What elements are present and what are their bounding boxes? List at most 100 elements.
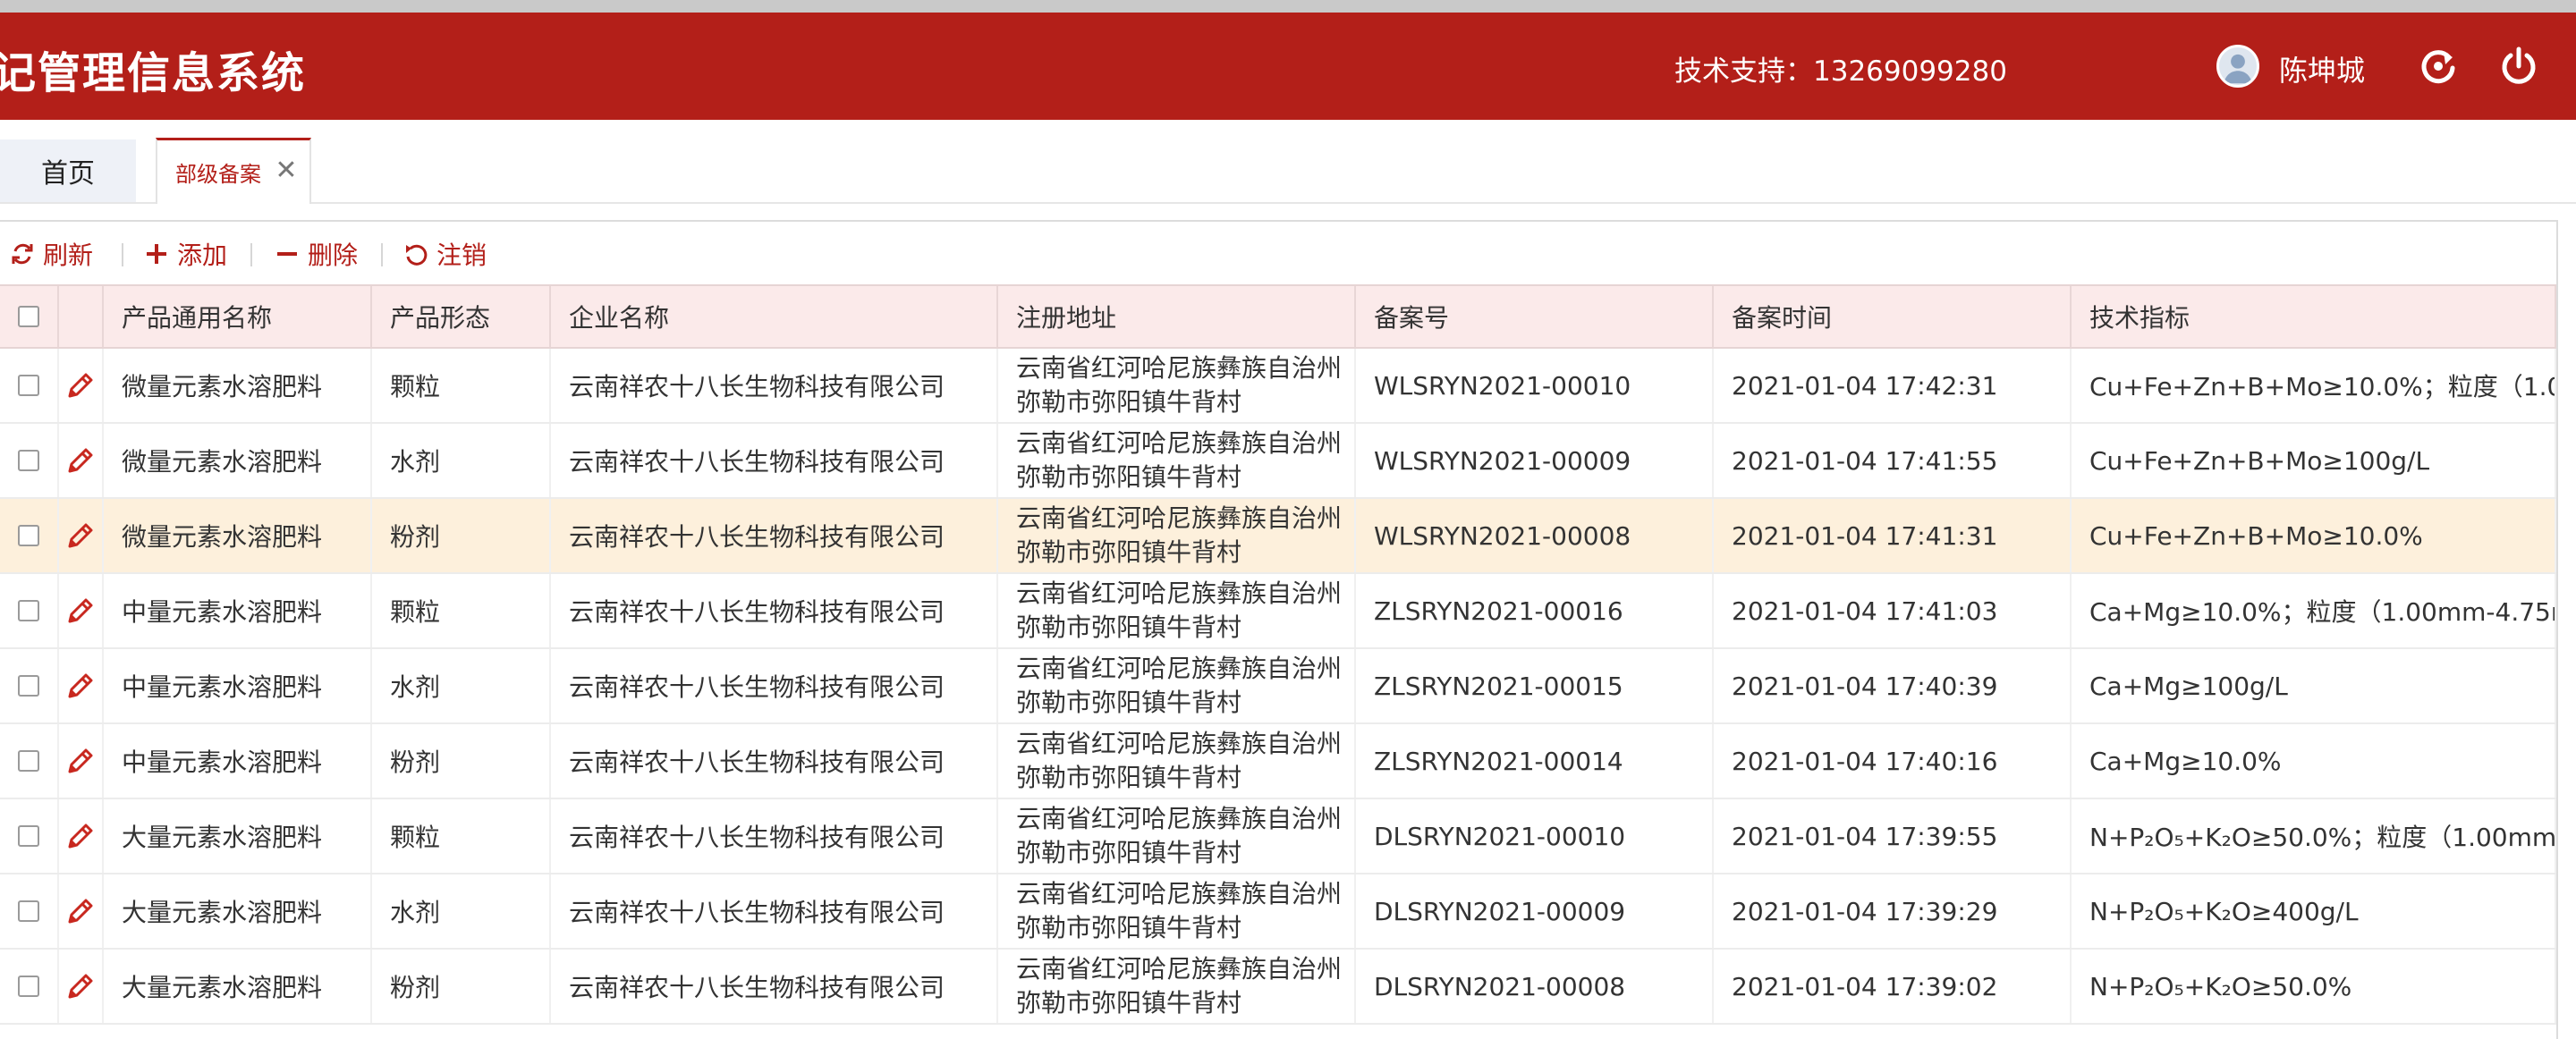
company-cell: 云南祥农十八长生物科技有限公司 xyxy=(551,950,998,1023)
row-checkbox[interactable] xyxy=(18,976,39,997)
user-avatar-icon[interactable] xyxy=(2216,45,2259,88)
close-icon[interactable]: ✕ xyxy=(274,157,299,184)
pencil-edit-icon[interactable] xyxy=(64,745,97,777)
record-number-cell: DLSRYN2021-00010 xyxy=(1356,799,1714,873)
add-button[interactable]: 添加 xyxy=(143,236,227,272)
row-edit-cell xyxy=(59,424,104,497)
minus-icon xyxy=(277,252,297,256)
column-header[interactable]: 备案时间 xyxy=(1714,286,2072,347)
product-name-cell: 中量元素水溶肥料 xyxy=(104,574,372,647)
pencil-edit-icon[interactable] xyxy=(64,595,97,627)
pencil-edit-icon[interactable] xyxy=(64,444,97,477)
table-row[interactable]: 微量元素水溶肥料 粉剂 云南祥农十八长生物科技有限公司 云南省红河哈尼族彝族自治州弥勒… xyxy=(0,499,2556,574)
pencil-edit-icon[interactable] xyxy=(64,820,97,852)
product-form-cell: 颗粒 xyxy=(372,349,551,422)
company-cell: 云南祥农十八长生物科技有限公司 xyxy=(551,724,998,798)
product-name-cell: 大量元素水溶肥料 xyxy=(104,950,372,1023)
pencil-edit-icon[interactable] xyxy=(64,369,97,401)
column-header[interactable]: 产品形态 xyxy=(372,286,551,347)
table-header: 产品通用名称 产品形态 企业名称 注册地址 备案号 备案时间 技术指标 xyxy=(0,284,2556,349)
record-time-cell: 2021-01-04 17:40:39 xyxy=(1714,649,2072,722)
address-cell: 云南省红河哈尼族彝族自治州弥勒市弥阳镇牛背村 xyxy=(998,499,1356,572)
tab-home[interactable]: 首页 xyxy=(0,139,136,202)
power-icon[interactable] xyxy=(2494,41,2544,91)
company-cell: 云南祥农十八长生物科技有限公司 xyxy=(551,574,998,647)
spec-cell: N+P₂O₅+K₂O≥50.0%；粒度（1.00mm-4.7 xyxy=(2072,799,2556,873)
record-number-cell: DLSRYN2021-00009 xyxy=(1356,874,1714,948)
pencil-edit-icon[interactable] xyxy=(64,895,97,927)
app-title: 记管理信息系统 xyxy=(0,48,307,98)
pencil-edit-icon[interactable] xyxy=(64,520,97,552)
product-name-cell: 微量元素水溶肥料 xyxy=(104,424,372,497)
product-name-cell: 中量元素水溶肥料 xyxy=(104,724,372,798)
toolbar-divider xyxy=(122,243,123,266)
row-checkbox[interactable] xyxy=(18,750,39,772)
address-cell: 云南省红河哈尼族彝族自治州弥勒市弥阳镇牛背村 xyxy=(998,799,1356,873)
spec-cell: Cu+Fe+Zn+B+Mo≥10.0%；粒度（1.00mm xyxy=(2072,349,2556,422)
table-row[interactable]: 大量元素水溶肥料 水剂 云南祥农十八长生物科技有限公司 云南省红河哈尼族彝族自治州弥勒… xyxy=(0,874,2556,950)
record-number-cell: DLSRYN2021-00008 xyxy=(1356,950,1714,1023)
tab-ministry-record[interactable]: 部级备案 ✕ xyxy=(156,138,311,204)
column-header[interactable]: 产品通用名称 xyxy=(104,286,372,347)
refresh-circle-icon[interactable] xyxy=(2413,41,2463,91)
table-row[interactable]: 大量元素水溶肥料 粉剂 云南祥农十八长生物科技有限公司 云南省红河哈尼族彝族自治州弥勒… xyxy=(0,950,2556,1025)
record-number-cell: WLSRYN2021-00008 xyxy=(1356,499,1714,572)
column-header[interactable]: 注册地址 xyxy=(998,286,1356,347)
record-number-cell: ZLSRYN2021-00015 xyxy=(1356,649,1714,722)
table-row[interactable]: 中量元素水溶肥料 水剂 云南祥农十八长生物科技有限公司 云南省红河哈尼族彝族自治州弥勒… xyxy=(0,649,2556,724)
product-form-cell: 粉剂 xyxy=(372,950,551,1023)
company-cell: 云南祥农十八长生物科技有限公司 xyxy=(551,649,998,722)
select-all-cell xyxy=(0,286,59,347)
product-form-cell: 粉剂 xyxy=(372,499,551,572)
product-name-cell: 大量元素水溶肥料 xyxy=(104,799,372,873)
record-time-cell: 2021-01-04 17:41:55 xyxy=(1714,424,2072,497)
add-label: 添加 xyxy=(177,241,228,270)
undo-icon xyxy=(406,244,428,266)
record-number-cell: ZLSRYN2021-00014 xyxy=(1356,724,1714,798)
record-time-cell: 2021-01-04 17:40:16 xyxy=(1714,724,2072,798)
row-checkbox[interactable] xyxy=(18,450,39,471)
tab-label: 部级备案 xyxy=(175,162,261,187)
company-cell: 云南祥农十八长生物科技有限公司 xyxy=(551,424,998,497)
table-row[interactable]: 中量元素水溶肥料 粉剂 云南祥农十八长生物科技有限公司 云南省红河哈尼族彝族自治州弥勒… xyxy=(0,724,2556,799)
product-form-cell: 水剂 xyxy=(372,424,551,497)
row-select-cell xyxy=(0,349,59,422)
product-name-cell: 微量元素水溶肥料 xyxy=(104,499,372,572)
plus-icon xyxy=(147,244,166,264)
toolbar-divider xyxy=(381,243,383,266)
row-edit-cell xyxy=(59,799,104,873)
spec-cell: N+P₂O₅+K₂O≥400g/L xyxy=(2072,874,2556,948)
pencil-edit-icon[interactable] xyxy=(64,970,97,1002)
user-name[interactable]: 陈坤城 xyxy=(2279,48,2365,89)
column-header[interactable]: 技术指标 xyxy=(2072,286,2556,347)
company-cell: 云南祥农十八长生物科技有限公司 xyxy=(551,349,998,422)
row-checkbox[interactable] xyxy=(18,375,39,396)
tech-support-text: 技术支持：13269099280 xyxy=(1674,55,2007,88)
row-checkbox[interactable] xyxy=(18,900,39,922)
table-row[interactable]: 中量元素水溶肥料 颗粒 云南祥农十八长生物科技有限公司 云南省红河哈尼族彝族自治州弥勒… xyxy=(0,574,2556,649)
row-checkbox[interactable] xyxy=(18,525,39,546)
table-row[interactable]: 大量元素水溶肥料 颗粒 云南祥农十八长生物科技有限公司 云南省红河哈尼族彝族自治州弥勒… xyxy=(0,799,2556,874)
row-checkbox[interactable] xyxy=(18,675,39,697)
tab-bar: 首页 部级备案 ✕ xyxy=(0,120,2576,204)
spec-cell: Ca+Mg≥10.0%；粒度（1.00mm-4.75mm） xyxy=(2072,574,2556,647)
content-panel: 刷新 添加 删除 注销 产品通用名称 产品形态 企业名称 注册地址 备案号 备案… xyxy=(0,220,2558,1039)
cancel-label: 注销 xyxy=(436,241,487,270)
column-header[interactable]: 企业名称 xyxy=(551,286,998,347)
delete-button[interactable]: 删除 xyxy=(274,236,358,272)
cancel-registration-button[interactable]: 注销 xyxy=(402,236,487,272)
column-header[interactable]: 备案号 xyxy=(1356,286,1714,347)
spec-cell: Ca+Mg≥10.0% xyxy=(2072,724,2556,798)
address-cell: 云南省红河哈尼族彝族自治州弥勒市弥阳镇牛背村 xyxy=(998,574,1356,647)
record-time-cell: 2021-01-04 17:41:31 xyxy=(1714,499,2072,572)
row-select-cell xyxy=(0,874,59,948)
table-row[interactable]: 微量元素水溶肥料 颗粒 云南祥农十八长生物科技有限公司 云南省红河哈尼族彝族自治州弥勒… xyxy=(0,349,2556,424)
product-form-cell: 粉剂 xyxy=(372,724,551,798)
table-row[interactable]: 微量元素水溶肥料 水剂 云南祥农十八长生物科技有限公司 云南省红河哈尼族彝族自治州弥勒… xyxy=(0,424,2556,499)
product-form-cell: 颗粒 xyxy=(372,574,551,647)
refresh-button[interactable]: 刷新 xyxy=(9,236,93,272)
select-all-checkbox[interactable] xyxy=(18,306,39,327)
row-checkbox[interactable] xyxy=(18,825,39,847)
pencil-edit-icon[interactable] xyxy=(64,670,97,702)
row-checkbox[interactable] xyxy=(18,600,39,621)
